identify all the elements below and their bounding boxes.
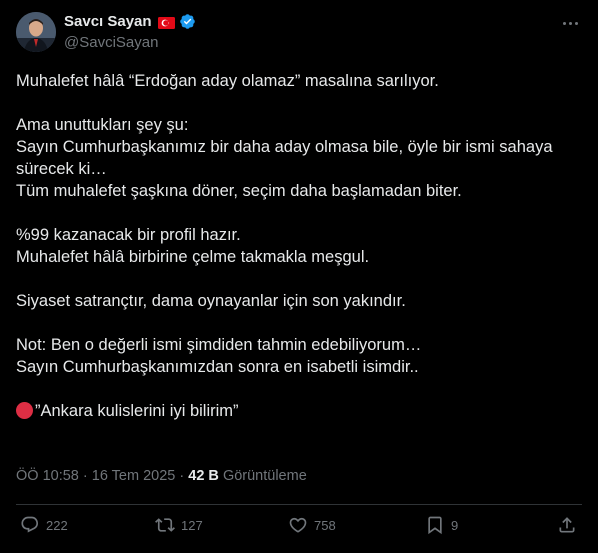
repost-count: 127 [181,517,203,533]
tweet-line [16,202,586,224]
tweet-line: sürecek ki… [16,160,107,178]
dot [562,21,566,25]
reply-button[interactable]: 222 [20,515,68,535]
tweet-time[interactable]: ÖÖ 10:58 [16,468,79,484]
share-icon [559,517,575,533]
like-button[interactable]: 758 [288,515,336,535]
verified-badge-icon[interactable] [179,13,196,30]
author-name-row: Savcı Sayan [64,13,196,30]
bookmark-icon [428,516,442,535]
views-label: Görüntüleme [222,468,307,484]
heart-icon [289,517,307,533]
dot [568,21,572,25]
reply-count: 222 [46,517,68,533]
tweet-actions: 222 127 758 9 [0,515,598,543]
reply-icon [21,516,39,533]
tweet-card: Savcı Sayan @SavciSayan Muhalefet hâlâ “… [0,0,598,553]
tweet-line: Ama unuttukları şey şu: [16,116,189,134]
tweet-line: Muhalefet hâlâ “Erdoğan aday olamaz” mas… [16,72,439,90]
tweet-last-line: ”Ankara kulislerini iyi bilirim” [16,400,586,422]
dot [574,21,578,25]
tweet-line: Sayın Cumhurbaşkanımızdan sonra en isabe… [16,358,419,376]
share-button[interactable] [557,515,577,535]
author-handle[interactable]: @SavciSayan [64,34,158,51]
tweet-line: Muhalefet hâlâ birbirine çelme takmakla … [16,248,370,266]
bookmark-count: 9 [451,517,459,533]
tweet-line [16,268,586,290]
repost-icon [155,518,175,532]
display-name[interactable]: Savcı Sayan [64,13,152,30]
tweet-text: Muhalefet hâlâ “Erdoğan aday olamaz” mas… [16,70,586,422]
red-circle-emoji-icon [16,402,33,419]
tweet-meta: ÖÖ 10:58 · 16 Tem 2025 · 42 B Görüntülem… [16,468,307,484]
repost-button[interactable]: 127 [155,515,203,535]
views-count: 42 B [188,468,219,484]
divider [16,504,582,505]
tweet-line: Sayın Cumhurbaşkanımız bir daha aday olm… [16,138,553,156]
meta-separator: · [82,468,88,484]
tweet-line: %99 kazanacak bir profil hazır. [16,226,241,244]
tweet-line [16,378,586,400]
avatar[interactable] [16,12,56,52]
turkey-flag-icon [157,16,175,29]
tweet-line: Not: Ben o değerli ismi şimdiden tahmin … [16,336,422,354]
tweet-last-line-text: ”Ankara kulislerini iyi bilirim” [35,402,239,420]
tweet-date[interactable]: 16 Tem 2025 [92,468,176,484]
bookmark-button[interactable]: 9 [425,515,458,535]
tweet-line [16,312,586,334]
more-options-icon[interactable] [558,14,582,32]
like-count: 758 [314,517,336,533]
meta-separator: · [179,468,185,484]
tweet-line: Tüm muhalefet şaşkına döner, seçim daha … [16,182,462,200]
tweet-line: Siyaset satrançtır, dama oynayanlar için… [16,292,406,310]
tweet-line [16,92,586,114]
